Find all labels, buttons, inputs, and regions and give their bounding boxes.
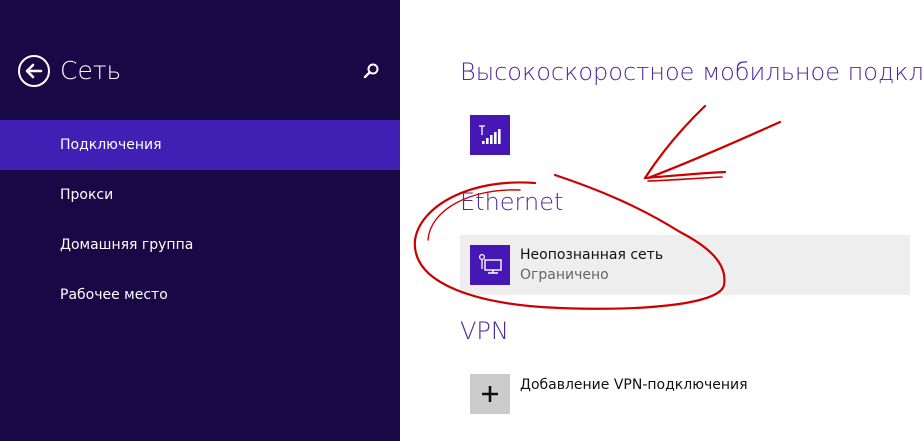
signal-bars-icon — [479, 125, 501, 144]
mobile-broadband-heading: Высокоскоростное мобильное подключение — [460, 58, 924, 86]
sidebar: Сеть Подключения Прокси Домашняя группа … — [0, 0, 400, 441]
vpn-heading: VPN — [460, 317, 509, 345]
main-content: Высокоскоростное мобильное подключение E… — [400, 0, 924, 441]
add-vpn-label[interactable]: Добавление VPN-подключения — [520, 377, 748, 393]
search-icon — [363, 63, 379, 79]
page-title: Сеть — [60, 56, 122, 85]
ethernet-network-item[interactable]: Неопознанная сеть Ограничено — [460, 235, 910, 295]
mobile-broadband-tile[interactable] — [470, 115, 510, 155]
back-arrow-icon — [25, 63, 43, 79]
sidebar-item-connections[interactable]: Подключения — [0, 120, 400, 170]
add-vpn-button[interactable] — [470, 374, 510, 414]
sidebar-item-homegroup[interactable]: Домашняя группа — [0, 220, 400, 270]
ethernet-heading: Ethernet — [460, 188, 564, 216]
ethernet-tile — [470, 245, 510, 285]
plus-icon — [482, 386, 498, 402]
sidebar-item-proxy[interactable]: Прокси — [0, 170, 400, 220]
search-button[interactable] — [360, 60, 382, 82]
network-status: Ограничено — [520, 267, 609, 283]
network-name: Неопознанная сеть — [520, 247, 664, 263]
back-button[interactable] — [18, 55, 50, 87]
wired-network-icon — [478, 253, 502, 274]
sidebar-item-workplace[interactable]: Рабочее место — [0, 270, 400, 320]
